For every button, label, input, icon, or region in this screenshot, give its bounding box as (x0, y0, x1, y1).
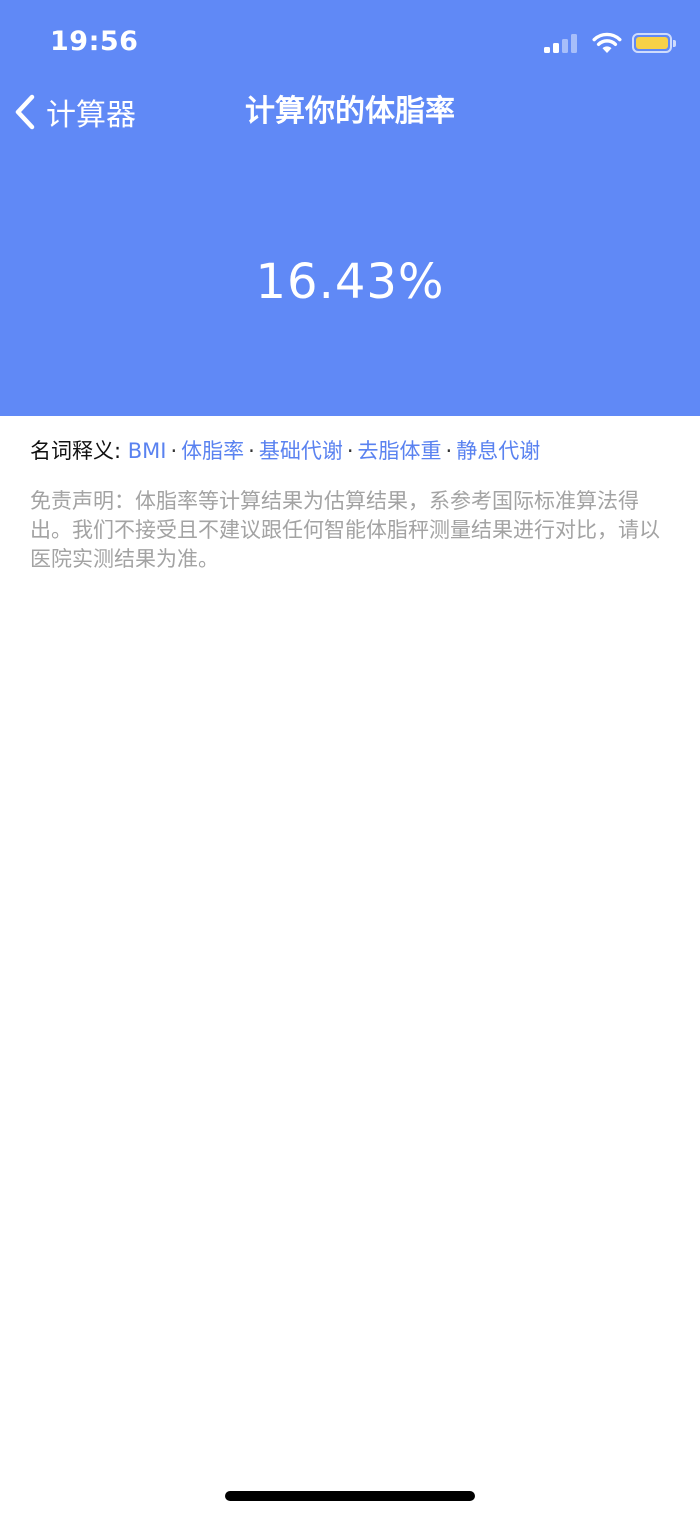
glossary-link-bmi[interactable]: BMI (128, 439, 167, 463)
disclaimer-text: 免责声明：体脂率等计算结果为估算结果，系参考国际标准算法得出。我们不接受且不建议… (30, 489, 660, 571)
home-indicator[interactable] (225, 1491, 475, 1501)
glossary-separator: · (346, 439, 354, 463)
screen: 19:56 计算器 计算你的体脂率 16.43% 名词释义: BMI · 体脂率… (0, 0, 700, 1515)
glossary-link-bmr[interactable]: 基础代谢 (259, 439, 343, 463)
glossary-link-lean-mass[interactable]: 去脂体重 (358, 439, 442, 463)
glossary-prefix: 名词释义: (30, 439, 122, 463)
glossary-separator: · (170, 439, 178, 463)
status-time: 19:56 (50, 26, 139, 57)
glossary-line: 名词释义: BMI · 体脂率 · 基础代谢 · 去脂体重 · 静息代谢 (30, 435, 540, 467)
glossary-separator: · (248, 439, 255, 463)
result-header: 19:56 计算器 计算你的体脂率 16.43% (0, 0, 700, 416)
wifi-icon (592, 32, 622, 53)
body-fat-result: 16.43% (255, 254, 445, 310)
page-title: 计算你的体脂率 (245, 94, 455, 129)
status-icons (544, 28, 676, 58)
glossary-link-body-fat[interactable]: 体脂率 (181, 439, 244, 463)
glossary-link-rmr[interactable]: 静息代谢 (456, 439, 540, 463)
signal-icon (544, 33, 580, 53)
battery-icon (632, 33, 676, 53)
glossary-separator: · (445, 439, 453, 463)
